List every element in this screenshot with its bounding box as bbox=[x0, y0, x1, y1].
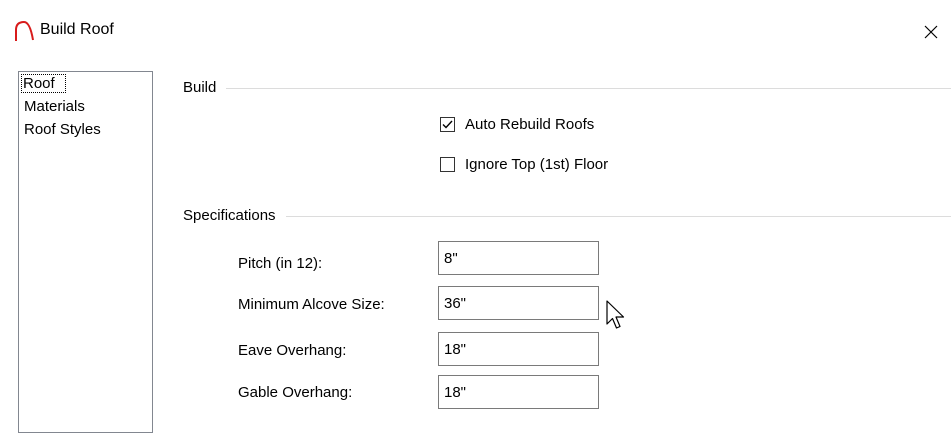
checkmark-icon bbox=[442, 120, 453, 129]
nav-item-label: Materials bbox=[24, 98, 85, 115]
specifications-group-line bbox=[183, 216, 951, 217]
nav-item-roof-styles[interactable]: Roof Styles bbox=[19, 118, 152, 141]
mouse-pointer-icon bbox=[606, 300, 625, 329]
build-group-line bbox=[183, 88, 951, 89]
gable-overhang-label: Gable Overhang: bbox=[238, 384, 353, 401]
pitch-label: Pitch (in 12): bbox=[238, 255, 323, 272]
eave-overhang-input[interactable] bbox=[438, 332, 599, 366]
checkbox-box[interactable] bbox=[440, 117, 455, 132]
nav-item-materials[interactable]: Materials bbox=[19, 95, 152, 118]
roof-icon bbox=[15, 20, 34, 41]
nav-item-label: Roof Styles bbox=[24, 121, 101, 138]
minimum-alcove-size-label: Minimum Alcove Size: bbox=[238, 296, 385, 313]
checkbox-box[interactable] bbox=[440, 157, 455, 172]
eave-overhang-label: Eave Overhang: bbox=[238, 342, 347, 359]
minimum-alcove-size-input[interactable] bbox=[438, 286, 599, 320]
checkbox-label: Ignore Top (1st) Floor bbox=[465, 156, 609, 173]
auto-rebuild-roofs-checkbox[interactable]: Auto Rebuild Roofs bbox=[440, 116, 594, 133]
category-list[interactable]: Roof Materials Roof Styles bbox=[18, 71, 153, 433]
title-bar: Build Roof bbox=[0, 0, 951, 64]
build-group-label: Build bbox=[183, 79, 227, 96]
close-icon bbox=[924, 25, 938, 39]
nav-item-roof[interactable]: Roof bbox=[19, 72, 152, 95]
window-title: Build Roof bbox=[40, 21, 114, 38]
ignore-top-floor-checkbox[interactable]: Ignore Top (1st) Floor bbox=[440, 156, 608, 173]
specifications-group-label: Specifications bbox=[183, 207, 286, 224]
checkbox-label: Auto Rebuild Roofs bbox=[465, 116, 595, 133]
gable-overhang-input[interactable] bbox=[438, 375, 599, 409]
nav-item-label: Roof bbox=[21, 74, 66, 93]
pitch-input[interactable] bbox=[438, 241, 599, 275]
close-button[interactable] bbox=[911, 14, 951, 50]
